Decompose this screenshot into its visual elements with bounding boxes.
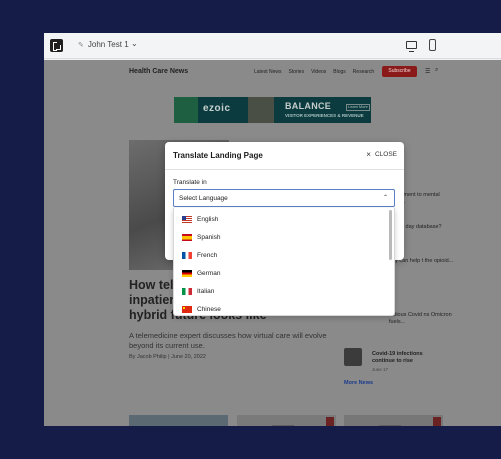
close-icon: × bbox=[366, 149, 371, 159]
subscribe-button[interactable]: Subscribe bbox=[382, 66, 417, 77]
article-thumbnail[interactable] bbox=[344, 415, 443, 426]
editor-topbar: ✎ John Test 1 ⌄ bbox=[44, 33, 501, 59]
article-thumbnail[interactable] bbox=[129, 415, 228, 426]
modal-title: Translate Landing Page bbox=[173, 151, 263, 160]
france-flag-icon bbox=[182, 252, 192, 259]
translate-in-label: Translate in bbox=[173, 179, 207, 186]
app-logo-icon[interactable] bbox=[50, 39, 63, 52]
language-option-label: Chinese bbox=[197, 306, 221, 313]
language-dropdown: English Spanish French German Italian Ch… bbox=[173, 208, 395, 316]
spain-flag-icon bbox=[182, 234, 192, 241]
nav-stories[interactable]: Stories bbox=[289, 69, 305, 75]
hero-description: A telemedicine expert discusses how virt… bbox=[129, 331, 327, 350]
language-option-label: Italian bbox=[197, 288, 215, 295]
sidebar-thumbnail[interactable] bbox=[344, 348, 362, 366]
chevron-up-icon: ⌃ bbox=[382, 195, 388, 201]
ad-person-image bbox=[248, 97, 274, 123]
ad-brand: ezoic bbox=[203, 103, 231, 114]
site-brand[interactable]: Health Care News bbox=[129, 68, 188, 75]
project-selector[interactable]: ✎ John Test 1 bbox=[78, 40, 129, 49]
site-header: Health Care News Latest News Stories Vid… bbox=[44, 60, 501, 82]
desktop-view-icon[interactable] bbox=[406, 41, 417, 52]
search-icon[interactable]: ⌕ bbox=[435, 67, 438, 74]
language-option-chinese[interactable]: Chinese bbox=[174, 301, 390, 315]
language-option-label: German bbox=[197, 270, 221, 277]
nav-videos[interactable]: Videos bbox=[311, 69, 326, 75]
language-select-value: Select Language bbox=[179, 195, 228, 202]
ad-leaf-image bbox=[174, 97, 198, 123]
italy-flag-icon bbox=[182, 288, 192, 295]
nav-latest-news[interactable]: Latest News bbox=[254, 69, 282, 75]
sidebar-item[interactable]: ectious Covid ns Omicron fuels... bbox=[389, 312, 455, 326]
us-flag-icon bbox=[182, 216, 192, 223]
sidebar-latest-date: June 17 bbox=[372, 367, 389, 372]
modal-divider bbox=[165, 169, 404, 170]
nav-blogs[interactable]: Blogs bbox=[333, 69, 346, 75]
ad-headline: BALANCE bbox=[285, 101, 332, 111]
site-nav: Latest News Stories Videos Blogs Researc… bbox=[254, 69, 374, 75]
ad-tagline: VISITOR EXPERIENCES & REVENUE bbox=[285, 113, 364, 118]
language-option-label: French bbox=[197, 252, 218, 259]
article-thumbnail[interactable] bbox=[237, 415, 336, 426]
language-select[interactable]: Select Language ⌃ bbox=[173, 189, 395, 207]
language-option-english[interactable]: English bbox=[174, 211, 390, 229]
close-button[interactable]: × CLOSE bbox=[366, 149, 397, 159]
menu-icon[interactable]: ☰ bbox=[425, 68, 430, 75]
chevron-down-icon[interactable]: ⌄ bbox=[131, 39, 138, 48]
language-option-german[interactable]: German bbox=[174, 265, 390, 283]
hero-byline: By Jacob Philip | June 20, 2022 bbox=[129, 354, 206, 360]
nav-research[interactable]: Research bbox=[353, 69, 374, 75]
china-flag-icon bbox=[182, 306, 192, 313]
mobile-view-icon[interactable] bbox=[429, 39, 436, 51]
ad-cta-button[interactable]: Learn More bbox=[346, 104, 370, 111]
language-option-italian[interactable]: Italian bbox=[174, 283, 390, 301]
language-option-label: Spanish bbox=[197, 234, 221, 241]
sidebar-latest-title[interactable]: Covid-19 infections continue to rise bbox=[372, 351, 432, 365]
more-news-link[interactable]: More News bbox=[344, 380, 373, 386]
ad-banner[interactable]: ezoic BALANCE VISITOR EXPERIENCES & REVE… bbox=[174, 97, 371, 123]
edit-icon: ✎ bbox=[78, 41, 84, 49]
close-label: CLOSE bbox=[374, 151, 397, 158]
dropdown-scrollbar[interactable] bbox=[389, 210, 392, 260]
germany-flag-icon bbox=[182, 270, 192, 277]
language-option-french[interactable]: French bbox=[174, 247, 390, 265]
language-option-label: English bbox=[197, 216, 219, 223]
language-option-spanish[interactable]: Spanish bbox=[174, 229, 390, 247]
project-name: John Test 1 bbox=[87, 40, 129, 49]
